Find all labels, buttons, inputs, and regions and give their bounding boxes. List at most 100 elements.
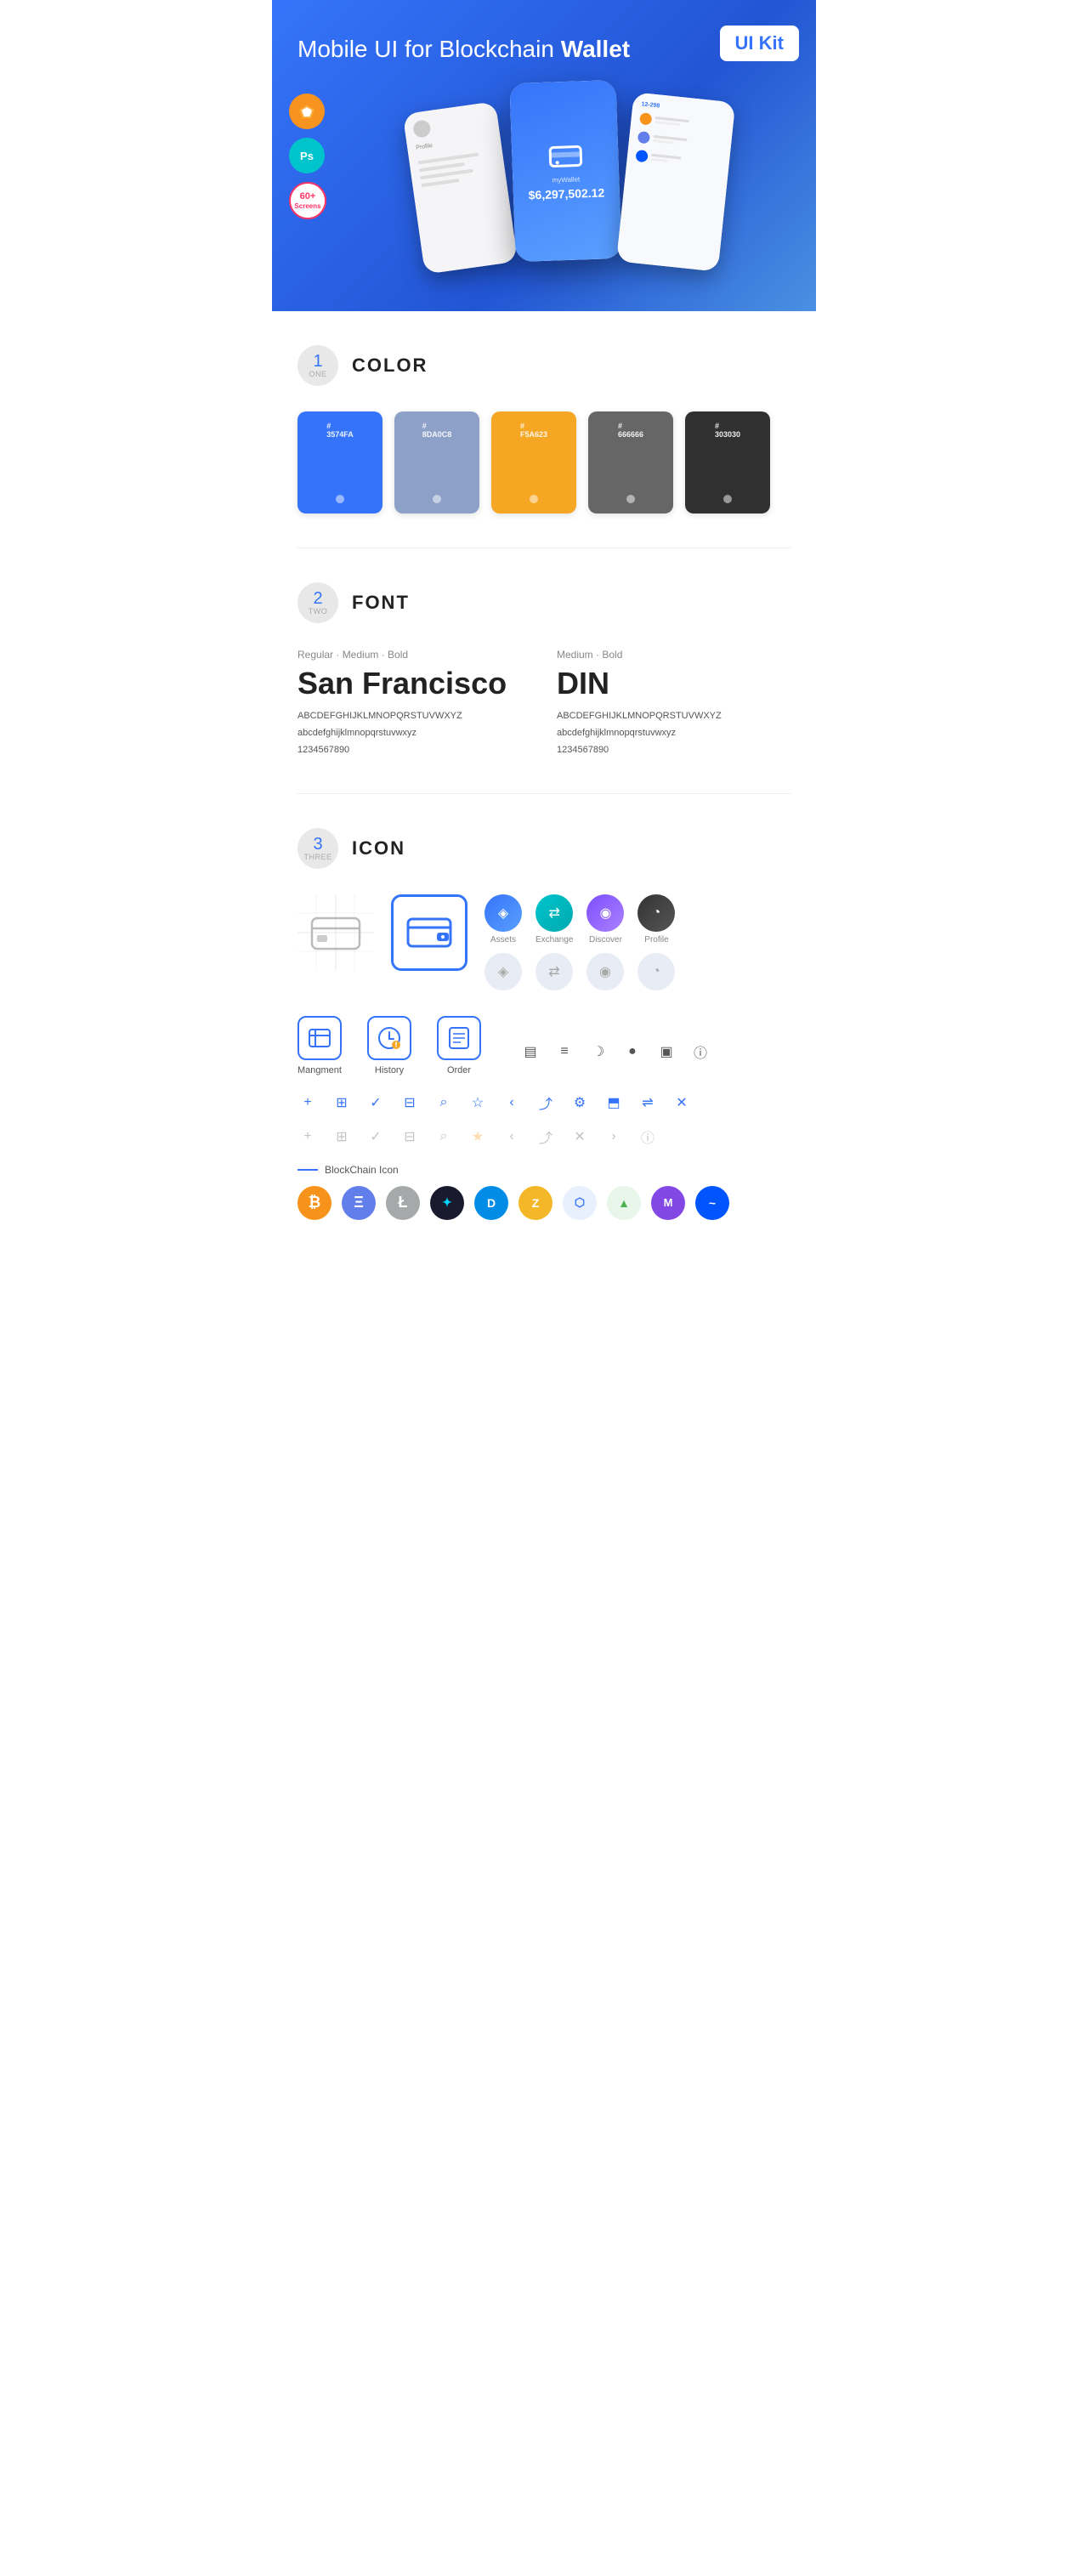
swatch-dark: #303030	[685, 411, 770, 513]
icon-section-title: ICON	[352, 837, 405, 860]
exchange-icon-block: ⇄ Exchange	[536, 894, 573, 945]
assets-icon: ◈	[484, 894, 522, 932]
swatch-gray: #666666	[588, 411, 673, 513]
profile-icon: ◔	[638, 894, 675, 932]
sketch-badge	[289, 94, 325, 129]
star-filled-icon: ★	[468, 1126, 488, 1147]
circle-icon: ●	[622, 1041, 643, 1062]
share-icon-gray: ⤴	[536, 1126, 556, 1147]
swatch-orange: #F5A623	[491, 411, 576, 513]
color-swatches: #3574FA #8DA0C8 #F5A623 #666666 #303030	[298, 411, 790, 513]
eth-icon: Ξ	[342, 1186, 376, 1220]
close-icon-gray: ✕	[570, 1126, 590, 1147]
moon-icon: ☽	[588, 1041, 609, 1062]
search-icon: ⌕	[434, 1092, 454, 1113]
file-icon: ⊞	[332, 1092, 352, 1113]
ps-badge: Ps	[289, 138, 325, 173]
hero-title: Mobile UI for Blockchain Wallet	[298, 34, 790, 65]
check-icon: ✓	[366, 1092, 386, 1113]
icon-row-outline: ◈ ⇄ ◉ ◔	[484, 953, 675, 990]
back-icon: ‹	[502, 1092, 522, 1113]
waves-icon: ~	[695, 1186, 729, 1220]
icon-outline-grid	[298, 894, 374, 971]
icon-section-header: 3 THREE ICON	[298, 828, 790, 869]
icon-design-row: ◈ Assets ⇄ Exchange ◉ Discover ◔ Profile	[298, 894, 790, 990]
font-section-title: FONT	[352, 592, 410, 614]
qr-icon-gray: ⊟	[400, 1126, 420, 1147]
info-icon-gray: ⓘ	[638, 1126, 658, 1147]
info-icon: ⓘ	[690, 1041, 711, 1062]
color-section-num: 1 ONE	[298, 345, 338, 386]
hero-section: Mobile UI for Blockchain Wallet UI Kit P…	[272, 0, 816, 311]
share-icon: ⤴	[536, 1092, 556, 1113]
file-icon-gray: ⊞	[332, 1126, 352, 1147]
assets-icon-block: ◈ Assets	[484, 894, 522, 945]
forward-icon-gray: ›	[604, 1126, 624, 1147]
close-icon: ✕	[672, 1092, 692, 1113]
icon-row-colored: ◈ Assets ⇄ Exchange ◉ Discover ◔ Profile	[484, 894, 675, 945]
font-section-header: 2 TWO FONT	[298, 582, 790, 623]
mgmt-icons-row: Mangment History	[298, 1016, 790, 1075]
small-icon-rows: + ⊞ ✓ ⊟ ⌕ ☆ ‹ ⤴ ⚙ ⬒ ⇌ ✕ + ⊞ ✓ ⊟ ⌕ ★ ‹ ⤴ …	[298, 1092, 790, 1147]
font-din: Medium · Bold DIN ABCDEFGHIJKLMNOPQRSTUV…	[557, 649, 790, 758]
qr-icon: ⊟	[400, 1092, 420, 1113]
plus-icon-gray: +	[298, 1126, 318, 1147]
order-icon-block: Order	[437, 1016, 481, 1075]
font-section-num: 2 TWO	[298, 582, 338, 623]
icon-section-num: 3 THREE	[298, 828, 338, 869]
management-icon	[298, 1016, 342, 1060]
zcash-icon: Z	[518, 1186, 552, 1220]
crypto-coins-row: ₿ Ξ Ł ✦ D Z ⬡ ▲ M ~	[298, 1186, 790, 1220]
check-icon-gray: ✓	[366, 1126, 386, 1147]
plus-icon: +	[298, 1092, 318, 1113]
history-icon	[367, 1016, 411, 1060]
hero-badges: Ps 60+ Screens	[289, 94, 326, 219]
matic-icon: M	[651, 1186, 685, 1220]
profile-outline-icon: ◔	[638, 953, 675, 990]
font-section: 2 TWO FONT Regular · Medium · Bold San F…	[272, 548, 816, 792]
back-icon-gray: ‹	[502, 1126, 522, 1147]
phone-mockups: Profile myWallet $6,297,502.12	[298, 82, 790, 260]
discover-outline-icon: ◉	[586, 953, 624, 990]
swatch-blue: #3574FA	[298, 411, 382, 513]
assets-outline-icon: ◈	[484, 953, 522, 990]
icon-tools-row1: + ⊞ ✓ ⊟ ⌕ ☆ ‹ ⤴ ⚙ ⬒ ⇌ ✕	[298, 1092, 790, 1113]
export-icon: ⬒	[604, 1092, 624, 1113]
discover-icon: ◉	[586, 894, 624, 932]
blockchain-line	[298, 1169, 318, 1171]
speech-icon: ▣	[656, 1041, 677, 1062]
utility-icons: ▤ ≡ ☽ ● ▣ ⓘ	[520, 1028, 711, 1075]
star-icon: ☆	[468, 1092, 488, 1113]
ui-kit-badge: UI Kit	[720, 26, 799, 61]
phone-mockup-right: 12-298	[616, 93, 735, 272]
color-section-header: 1 ONE COLOR	[298, 345, 790, 386]
management-icon-block: Mangment	[298, 1016, 342, 1075]
wing-icon: ✦	[430, 1186, 464, 1220]
history-icon-block: History	[367, 1016, 411, 1075]
swatch-lavender: #8DA0C8	[394, 411, 479, 513]
safe-icon: ▲	[607, 1186, 641, 1220]
chat-icon: ▤	[520, 1041, 541, 1062]
search-icon-gray: ⌕	[434, 1126, 454, 1147]
layers-icon: ≡	[554, 1041, 575, 1062]
color-section: 1 ONE COLOR #3574FA #8DA0C8 #F5A623 #666…	[272, 311, 816, 548]
phone-mockup-left: Profile	[402, 102, 517, 275]
font-san-francisco: Regular · Medium · Bold San Francisco AB…	[298, 649, 531, 758]
exchange-outline-icon: ⇄	[536, 953, 573, 990]
icon-tools-row2: + ⊞ ✓ ⊟ ⌕ ★ ‹ ⤴ ✕ › ⓘ	[298, 1126, 790, 1147]
icon-section: 3 THREE ICON	[272, 794, 816, 1254]
profile-icon-block: ◔ Profile	[638, 894, 675, 945]
icon-colored-rows: ◈ Assets ⇄ Exchange ◉ Discover ◔ Profile	[484, 894, 675, 990]
dash-icon: D	[474, 1186, 508, 1220]
btc-icon: ₿	[298, 1186, 332, 1220]
ltc-icon: Ł	[386, 1186, 420, 1220]
phone-mockup-center: myWallet $6,297,502.12	[509, 80, 621, 262]
grid-icon: ⬡	[563, 1186, 597, 1220]
swap-icon: ⇌	[638, 1092, 658, 1113]
color-section-title: COLOR	[352, 355, 428, 377]
screens-badge: 60+ Screens	[289, 182, 326, 219]
settings-icon: ⚙	[570, 1092, 590, 1113]
order-icon	[437, 1016, 481, 1060]
exchange-icon: ⇄	[536, 894, 573, 932]
utility-icons-row1: ▤ ≡ ☽ ● ▣ ⓘ	[520, 1041, 711, 1062]
